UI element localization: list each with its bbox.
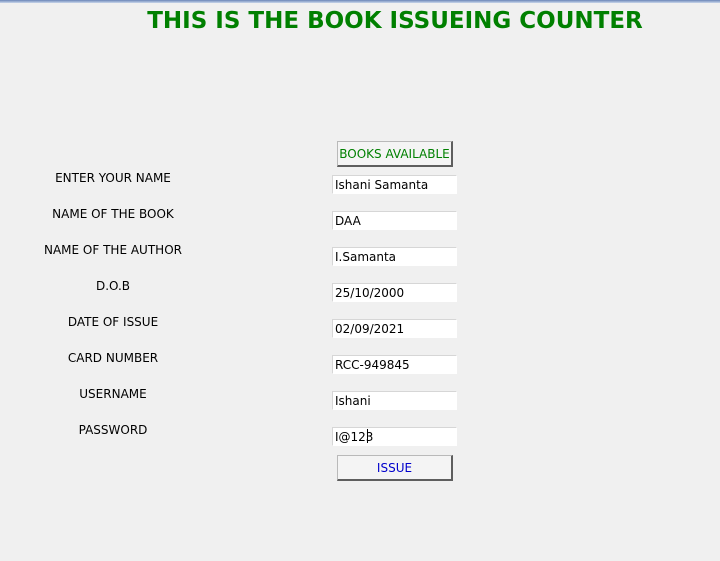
card-number-label: CARD NUMBER [67, 351, 159, 365]
name-label: ENTER YOUR NAME [55, 171, 171, 185]
username-input[interactable] [332, 391, 457, 410]
author-name-label: NAME OF THE AUTHOR [44, 243, 182, 257]
book-name-input[interactable] [332, 211, 457, 230]
date-of-issue-label: DATE OF ISSUE [67, 315, 159, 329]
window-top-border [0, 0, 720, 3]
username-label: USERNAME [79, 387, 147, 401]
dob-label: D.O.B [95, 279, 131, 293]
issue-button[interactable]: ISSUE [337, 455, 453, 481]
book-name-label: NAME OF THE BOOK [52, 207, 174, 221]
author-name-input[interactable] [332, 247, 457, 266]
name-input[interactable] [332, 175, 457, 194]
password-input[interactable] [332, 427, 457, 446]
text-caret [367, 429, 368, 443]
card-number-input[interactable] [332, 355, 457, 374]
page-title: THIS IS THE BOOK ISSUEING COUNTER [147, 8, 643, 34]
password-label: PASSWORD [78, 423, 148, 437]
date-of-issue-input[interactable] [332, 319, 457, 338]
books-available-button[interactable]: BOOKS AVAILABLE [337, 141, 453, 167]
dob-input[interactable] [332, 283, 457, 302]
